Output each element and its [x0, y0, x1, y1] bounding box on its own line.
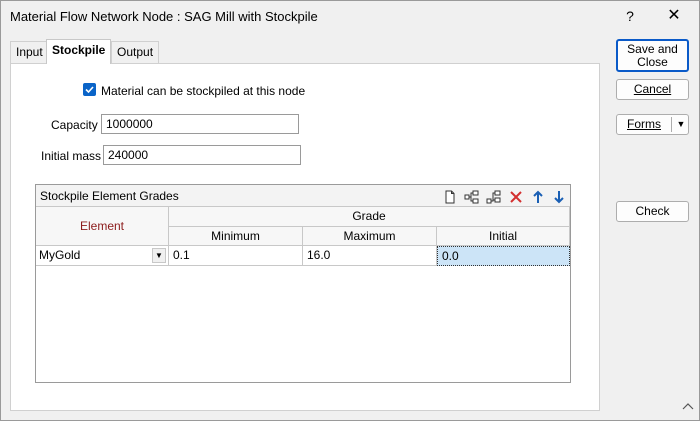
element-grades-grid: Stockpile Element Grades Element Grade M…: [35, 184, 571, 383]
tab-output[interactable]: Output: [111, 41, 160, 63]
title-bar: Material Flow Network Node : SAG Mill wi…: [1, 1, 699, 33]
stockpile-checkbox-label: Material can be stockpiled at this node: [101, 84, 306, 98]
column-header-minimum[interactable]: Minimum: [169, 227, 303, 246]
column-header-initial[interactable]: Initial: [437, 227, 570, 246]
tab-input[interactable]: Input: [10, 41, 49, 63]
move-down-icon[interactable]: [551, 189, 567, 205]
forms-button-divider: [671, 117, 672, 132]
forms-button-label: Forms: [627, 117, 661, 131]
table-row-element-cell[interactable]: MyGold ▼: [36, 246, 169, 266]
initial-mass-input[interactable]: 240000: [103, 145, 301, 165]
collapse-icon[interactable]: [681, 401, 695, 411]
forms-button[interactable]: Forms ▼: [616, 114, 689, 135]
cancel-button[interactable]: Cancel: [616, 79, 689, 100]
checkmark-icon: [85, 86, 94, 94]
window-title: Material Flow Network Node : SAG Mill wi…: [10, 9, 318, 24]
column-header-element[interactable]: Element: [36, 207, 169, 246]
table-row-initial-cell[interactable]: 0.0: [437, 246, 570, 266]
insert-row-icon[interactable]: [464, 189, 480, 205]
initial-mass-label: Initial mass: [41, 149, 102, 163]
append-row-icon[interactable]: [486, 189, 502, 205]
grid-title: Stockpile Element Grades: [40, 189, 179, 203]
column-header-maximum[interactable]: Maximum: [303, 227, 437, 246]
capacity-label: Capacity: [51, 118, 98, 132]
chevron-down-icon[interactable]: ▼: [152, 248, 166, 263]
close-button[interactable]: ✕: [661, 5, 687, 27]
table-row-minimum-cell[interactable]: 0.1: [169, 246, 303, 266]
help-button[interactable]: ?: [619, 5, 641, 27]
new-icon[interactable]: [442, 189, 458, 205]
chevron-down-icon[interactable]: ▼: [674, 115, 688, 134]
stockpile-checkbox[interactable]: [83, 83, 96, 96]
dialog-window: Material Flow Network Node : SAG Mill wi…: [0, 0, 700, 421]
capacity-input[interactable]: 1000000: [101, 114, 299, 134]
save-and-close-button[interactable]: Save and Close: [616, 39, 689, 72]
column-header-grade: Grade: [169, 207, 570, 227]
element-value: MyGold: [39, 248, 81, 262]
move-up-icon[interactable]: [530, 189, 546, 205]
grid-toolbar: Stockpile Element Grades: [36, 185, 570, 207]
check-button[interactable]: Check: [616, 201, 689, 222]
delete-icon[interactable]: [508, 189, 524, 205]
table-row-maximum-cell[interactable]: 16.0: [303, 246, 437, 266]
tab-stockpile[interactable]: Stockpile: [46, 39, 112, 64]
